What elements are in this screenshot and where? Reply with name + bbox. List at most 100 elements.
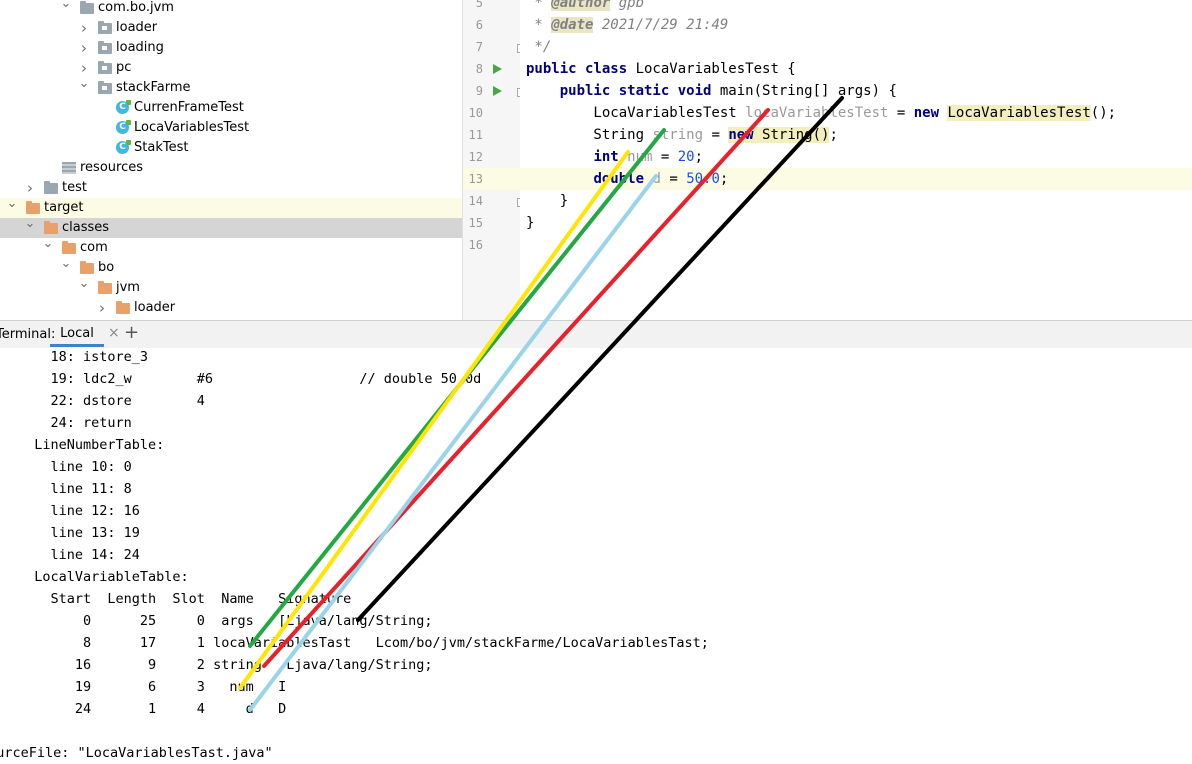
- tree-item-com-bo-jvm[interactable]: ⌄ com.bo.jvm: [0, 0, 462, 18]
- code-editor[interactable]: * @author gpb * @date 2021/7/29 21:49 */…: [520, 0, 1192, 320]
- chevron-down-icon[interactable]: ⌄: [60, 0, 72, 14]
- code-token: new: [913, 105, 948, 121]
- chevron-down-icon[interactable]: ⌄: [78, 74, 90, 94]
- line-number: 8: [475, 62, 483, 76]
- tree-item-target[interactable]: ⌄ target: [0, 196, 462, 218]
- code-token: ;: [829, 127, 838, 143]
- tab-local[interactable]: Local: [50, 321, 104, 347]
- chevron-down-icon[interactable]: ⌄: [6, 194, 18, 214]
- new-terminal-icon[interactable]: +: [124, 322, 139, 343]
- line-number: 11: [468, 128, 483, 142]
- line-number: 5: [475, 0, 483, 10]
- run-icon[interactable]: [493, 64, 502, 74]
- tree-item-label: StakTest: [134, 140, 189, 155]
- tree-item-label: test: [62, 180, 87, 195]
- code-line: * @date 2021/7/29 21:49: [526, 14, 1192, 36]
- terminal-label: Terminal:: [0, 327, 56, 342]
- code-token: LocaVariablesTest: [947, 105, 1091, 121]
- line-number: 13: [468, 172, 483, 186]
- terminal-line: line 13: 19: [18, 525, 140, 541]
- tree-item-bo[interactable]: ⌄ bo: [0, 256, 462, 278]
- folder-orange-icon: [98, 281, 112, 294]
- run-icon[interactable]: [493, 86, 502, 96]
- project-tree[interactable]: ⌄ com.bo.jvm › loader › loading › pc ⌄ stackFarme…: [0, 0, 462, 320]
- terminal-line: line 14: 24: [18, 547, 140, 563]
- folder-icon: [44, 181, 58, 194]
- tree-item-loading[interactable]: › loading: [0, 38, 462, 58]
- line-number: 9: [475, 84, 483, 98]
- code-token: locaVariablesTest: [745, 105, 889, 121]
- tree-item-label: classes: [62, 220, 110, 235]
- line-number: 15: [468, 216, 483, 230]
- chevron-down-icon[interactable]: ⌄: [42, 234, 54, 254]
- code-token: string: [652, 127, 704, 143]
- tree-item-loader[interactable]: › loader: [0, 298, 462, 318]
- tree-item-label: com.bo.jvm: [98, 0, 174, 15]
- terminal-output[interactable]: 18: istore_3 19: ldc2_w #6 // double 50.…: [0, 348, 1192, 761]
- chevron-right-icon[interactable]: ›: [78, 38, 90, 58]
- class-icon: C: [116, 100, 131, 114]
- tree-item-label: loader: [134, 300, 176, 315]
- terminal-line: SourceFile: "LocaVariablesTast.java": [0, 745, 273, 761]
- terminal-tab-bar: Terminal: Local × +: [0, 320, 1192, 349]
- chevron-down-icon[interactable]: ⌄: [24, 214, 36, 234]
- code-token: =: [703, 127, 729, 143]
- code-line: * @author gpb: [526, 0, 1192, 14]
- terminal-line: 18: istore_3: [18, 349, 149, 365]
- folder-orange-icon: [26, 201, 40, 214]
- package-icon: [98, 61, 112, 74]
- tree-item-label: jvm: [116, 280, 140, 295]
- terminal-line: 22: dstore 4: [18, 393, 205, 409]
- line-number: 14: [468, 194, 483, 208]
- tree-item-staktest[interactable]: C StakTest: [0, 138, 462, 158]
- terminal-line: line 10: 0: [18, 459, 132, 475]
- code-token: =: [660, 171, 687, 187]
- code-line: String string = new String();: [526, 124, 1192, 146]
- tree-item-test[interactable]: › test: [0, 178, 462, 198]
- code-line: public static void main(String[] args) {: [526, 80, 1192, 102]
- folder-icon: [80, 1, 94, 14]
- code-token: public static void: [559, 83, 720, 99]
- line-number: 16: [468, 238, 483, 252]
- terminal-line: 8 17 1 locaVariablesTast Lcom/bo/jvm/sta…: [18, 635, 709, 651]
- code-token: ;: [694, 149, 704, 165]
- chevron-down-icon[interactable]: ⌄: [60, 254, 72, 274]
- tree-item-currenframetest[interactable]: C CurrenFrameTest: [0, 98, 462, 118]
- tree-item-jvm[interactable]: ⌄ jvm: [0, 276, 462, 298]
- code-token: 50.0: [686, 171, 720, 187]
- close-tab-icon[interactable]: ×: [108, 325, 120, 341]
- tree-item-loader[interactable]: › loader: [0, 18, 462, 38]
- tree-item-label: pc: [116, 60, 132, 75]
- package-icon: [98, 81, 112, 94]
- code-line: */: [526, 36, 1192, 58]
- code-token: @author: [551, 0, 611, 11]
- chevron-right-icon[interactable]: ›: [78, 18, 90, 38]
- tree-item-stackfarme[interactable]: ⌄ stackFarme: [0, 76, 462, 98]
- chevron-right-icon[interactable]: ›: [96, 298, 108, 318]
- code-token: @date: [551, 17, 594, 33]
- package-icon: [98, 21, 112, 34]
- terminal-line: line 12: 16: [18, 503, 140, 519]
- tree-item-resources[interactable]: resources: [0, 158, 462, 178]
- code-token: */: [526, 39, 552, 55]
- code-token: main(String[] args) {: [719, 83, 897, 99]
- chevron-right-icon[interactable]: ›: [24, 178, 36, 198]
- folder-orange-icon: [116, 301, 130, 314]
- tree-item-classes[interactable]: ⌄ classes: [0, 216, 462, 238]
- code-token: num: [627, 149, 653, 165]
- package-icon: [98, 41, 112, 54]
- code-token: =: [888, 105, 914, 121]
- tree-item-label: loader: [116, 20, 158, 35]
- tree-item-label: resources: [80, 160, 144, 175]
- code-line: public class LocaVariablesTest {: [526, 58, 1192, 80]
- chevron-down-icon[interactable]: ⌄: [78, 274, 90, 294]
- code-line: }: [526, 190, 1192, 212]
- tree-item-label: CurrenFrameTest: [134, 100, 244, 115]
- code-token: d: [652, 171, 661, 187]
- tree-item-pc[interactable]: › pc: [0, 58, 462, 78]
- code-token: *: [526, 0, 552, 11]
- tree-item-locavariablestest[interactable]: C LocaVariablesTest: [0, 118, 462, 138]
